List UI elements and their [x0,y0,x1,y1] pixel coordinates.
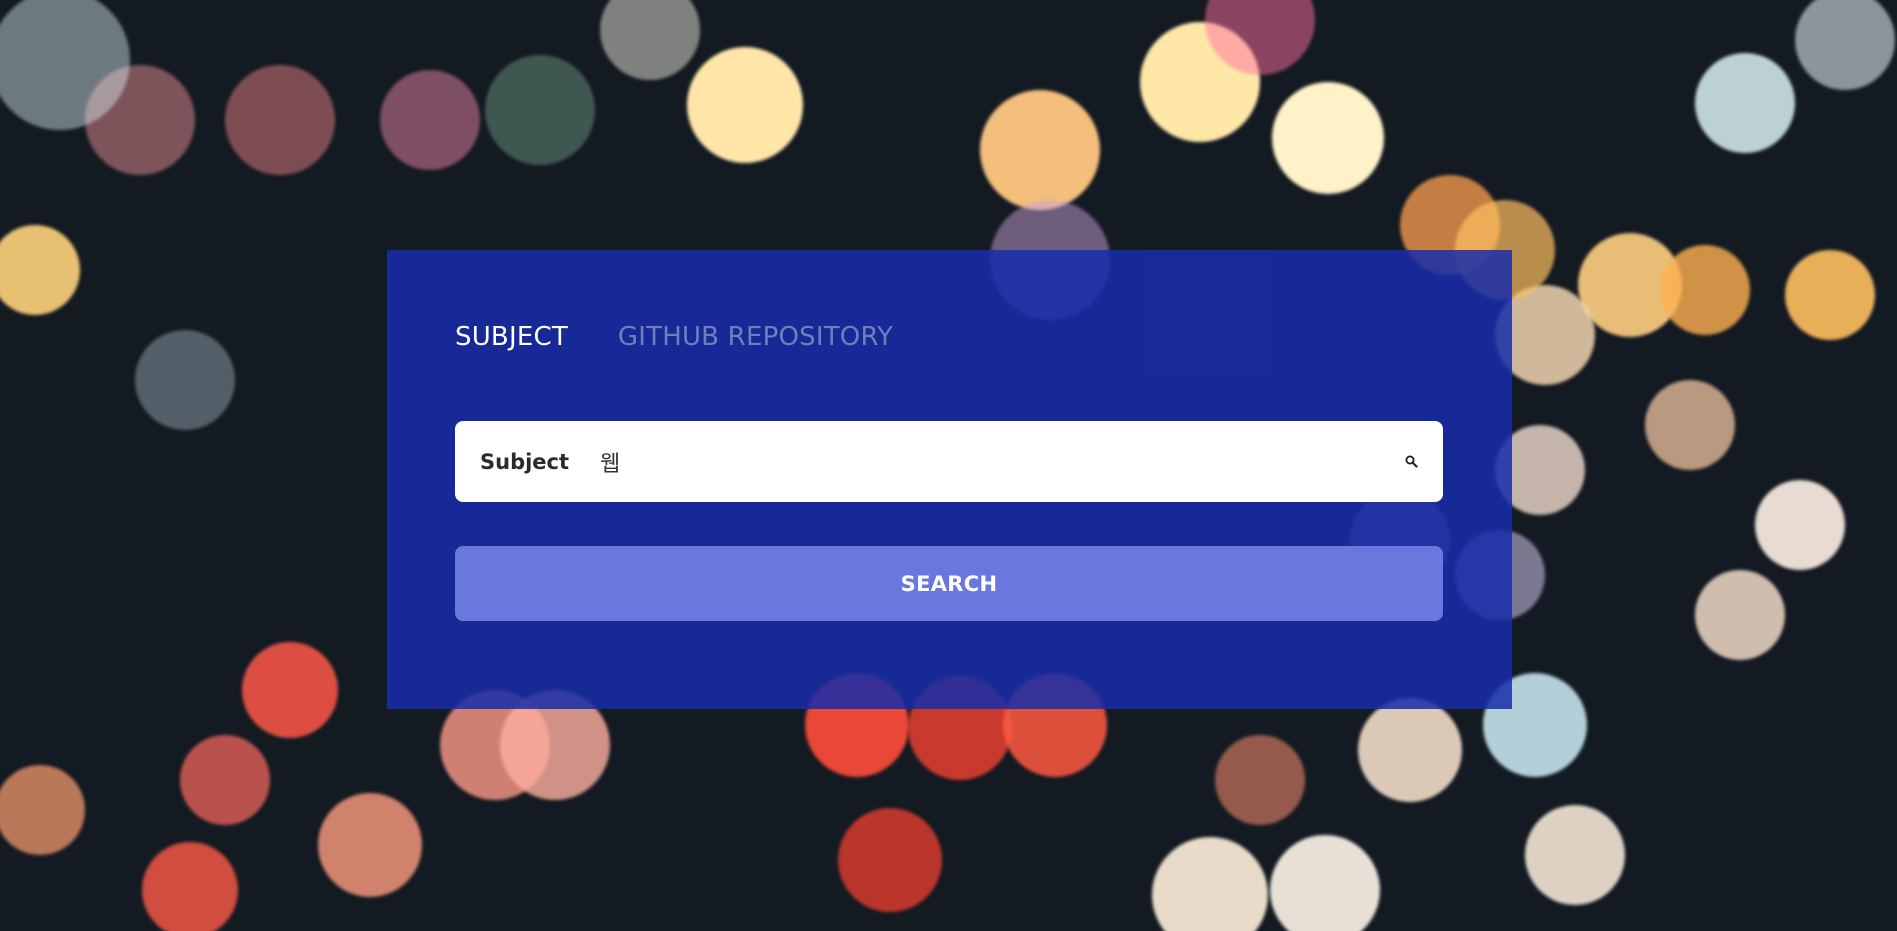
bokeh-light [318,793,422,897]
subject-field-label: Subject [480,449,570,474]
bokeh-light [142,842,238,931]
bokeh-light [1645,380,1735,470]
tab-subject[interactable]: SUBJECT [455,322,568,352]
bokeh-light [0,225,80,315]
search-button[interactable]: SEARCH [455,546,1443,621]
bokeh-light [687,47,803,163]
bokeh-light [225,65,335,175]
search-panel: SUBJECT GITHUB REPOSITORY Subject SEARCH [387,250,1512,709]
bokeh-light [1755,480,1845,570]
bokeh-light [1695,570,1785,660]
search-field-container[interactable]: Subject [455,421,1443,502]
bokeh-light [980,90,1100,210]
bokeh-light [242,642,338,738]
bokeh-light [0,765,85,855]
tab-github-repository[interactable]: GITHUB REPOSITORY [618,322,893,352]
bokeh-light [180,735,270,825]
bokeh-light [380,70,480,170]
bokeh-light [1695,53,1795,153]
bokeh-light [485,55,595,165]
bokeh-light [1525,805,1625,905]
bokeh-light [600,0,700,80]
tab-bar: SUBJECT GITHUB REPOSITORY [455,322,893,352]
bokeh-light [1785,250,1875,340]
bokeh-light [838,808,942,912]
bokeh-light [1270,835,1380,931]
search-icon[interactable] [1403,454,1419,470]
bokeh-light [135,330,235,430]
bokeh-light [1152,837,1268,931]
bokeh-light [1272,82,1384,194]
bokeh-light [1358,698,1462,802]
search-input[interactable] [600,449,1403,474]
bokeh-light [1215,735,1305,825]
bokeh-light [1660,245,1750,335]
bokeh-light [1795,0,1895,90]
